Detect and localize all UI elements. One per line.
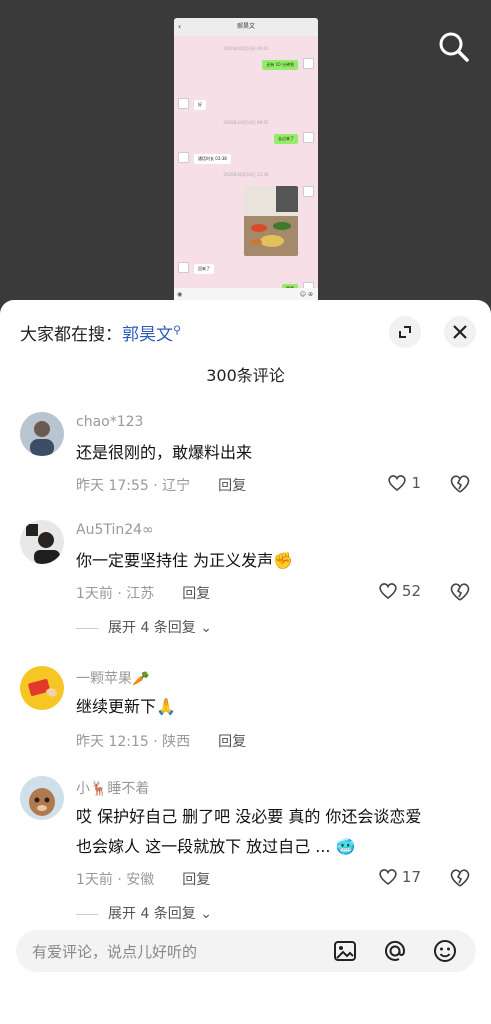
avatar[interactable] — [20, 666, 64, 710]
like-count: 1 — [411, 474, 421, 492]
chat-screenshot: ‹ 郝昊文 2020年10月10日 09:41 还有 10 分钟到 好 2020… — [174, 18, 318, 304]
comment-meta: 昨天 17:55 · 辽宁 回复 — [76, 475, 246, 495]
chat-avatar — [303, 132, 314, 143]
reply-button[interactable]: 回复 — [182, 586, 210, 602]
comment-time: 1天前 · 安徽 — [76, 872, 155, 888]
emoji-icon[interactable] — [432, 938, 458, 964]
close-icon — [453, 325, 467, 339]
divider — [76, 627, 98, 629]
chat-timestamp: 2020年10月10日 11:40 — [223, 172, 269, 177]
divider — [76, 913, 98, 915]
expand-icon — [399, 326, 411, 338]
chat-bubble-recv: 好 — [194, 100, 206, 110]
search-keyword[interactable]: 郭昊文 — [122, 325, 173, 345]
search-icon[interactable] — [435, 28, 473, 66]
at-icon[interactable] — [382, 938, 408, 964]
heart-icon — [379, 869, 397, 886]
food-photo — [244, 186, 298, 256]
chat-timestamp: 2020年10月10日 09:55 — [223, 120, 269, 125]
like-button[interactable]: 52 — [378, 582, 421, 600]
reply-button[interactable]: 回复 — [218, 478, 246, 494]
like-count: 17 — [401, 868, 421, 886]
comment-text-line2: 也会嫁人 这一段就放下 放过自己 ... 🥶 — [76, 837, 356, 856]
comment-input[interactable]: 有爱评论，说点儿好听的 — [16, 930, 476, 972]
chat-timestamp: 2020年10月10日 09:41 — [223, 46, 269, 51]
voice-icon: ◉ — [177, 291, 183, 298]
comment-count: 300条评论 — [206, 366, 285, 385]
comment-time: 1天前 · 江苏 — [76, 586, 155, 602]
like-count: 52 — [401, 582, 421, 600]
comment-meta: 1天前 · 江苏 回复 — [76, 583, 210, 603]
chevron-down-icon: ⌄ — [200, 620, 212, 636]
comment-input-placeholder: 有爱评论，说点儿好听的 — [32, 943, 198, 961]
chevron-down-icon: ⌄ — [200, 906, 212, 922]
expand-replies-label: 展开 4 条回复 — [108, 906, 196, 922]
sheet-header: 大家都在搜：郭昊文⚲ — [0, 300, 491, 362]
comment-meta: 1天前 · 安徽 回复 — [76, 869, 210, 889]
back-icon: ‹ — [178, 22, 182, 31]
username[interactable]: chao*123 — [76, 414, 143, 430]
heart-icon — [379, 583, 397, 600]
avatar[interactable] — [20, 412, 64, 456]
avatar[interactable] — [20, 520, 64, 564]
like-button[interactable]: 17 — [378, 868, 421, 886]
expand-button[interactable] — [389, 316, 421, 348]
search-prefix: 大家都在搜： — [20, 325, 122, 345]
username[interactable]: 小🦌睡不着 — [76, 778, 149, 798]
comment-sheet: 大家都在搜：郭昊文⚲ 300条评论 — [0, 300, 491, 1024]
chat-body: 2020年10月10日 09:41 还有 10 分钟到 好 2020年10月10… — [174, 36, 318, 294]
avatar[interactable] — [20, 776, 64, 820]
comment-time: 昨天 12:15 · 陕西 — [76, 734, 191, 750]
chat-bubble-recv: 回来了 — [194, 264, 214, 274]
comment-text-line1: 哎 保护好自己 删了吧 没必要 真的 你还会谈恋爱 — [76, 807, 422, 826]
chat-avatar — [178, 152, 189, 163]
expand-replies-button[interactable]: 展开 4 条回复 ⌄ — [76, 617, 212, 637]
username[interactable]: Au5Tin24∞ — [76, 522, 154, 538]
broken-heart-icon[interactable] — [449, 474, 471, 494]
close-button[interactable] — [444, 316, 476, 348]
heart-icon — [388, 475, 407, 492]
comment-meta: 昨天 12:15 · 陕西 回复 — [76, 731, 246, 751]
chat-avatar — [303, 186, 314, 197]
reply-button[interactable]: 回复 — [218, 734, 246, 750]
chat-bubble-sent: 还有 10 分钟到 — [262, 60, 298, 70]
comment-time: 昨天 17:55 · 辽宁 — [76, 478, 191, 494]
chat-header: ‹ 郝昊文 — [174, 18, 318, 36]
comment-text: 你一定要坚持住 为正义发声✊ — [76, 551, 294, 570]
image-icon[interactable] — [332, 938, 358, 964]
search-icon: ⚲ — [173, 323, 182, 337]
chat-avatar — [178, 98, 189, 109]
reply-button[interactable]: 回复 — [182, 872, 210, 888]
chat-title: 郝昊文 — [236, 23, 255, 30]
like-button[interactable]: 1 — [387, 474, 421, 492]
username[interactable]: 一颗苹果🥕 — [76, 668, 149, 688]
video-area[interactable]: ‹ 郝昊文 2020年10月10日 09:41 还有 10 分钟到 好 2020… — [0, 0, 491, 320]
broken-heart-icon[interactable] — [449, 582, 471, 602]
comment-text: 继续更新下🙏 — [76, 697, 176, 716]
chat-tools-icon: ☺⊕ — [299, 291, 315, 298]
chat-avatar — [303, 58, 314, 69]
broken-heart-icon[interactable] — [449, 868, 471, 888]
chat-avatar — [178, 262, 189, 273]
chat-bubble-sent: 去过来了 — [274, 134, 298, 144]
expand-replies-label: 展开 4 条回复 — [108, 620, 196, 636]
chat-bubble-call: 通话时长 03:38 — [194, 154, 231, 164]
everyone-search[interactable]: 大家都在搜：郭昊文⚲ — [20, 320, 181, 345]
comment-text: 还是很刚的，敢爆料出来 — [76, 443, 253, 462]
expand-replies-button[interactable]: 展开 4 条回复 ⌄ — [76, 903, 212, 923]
